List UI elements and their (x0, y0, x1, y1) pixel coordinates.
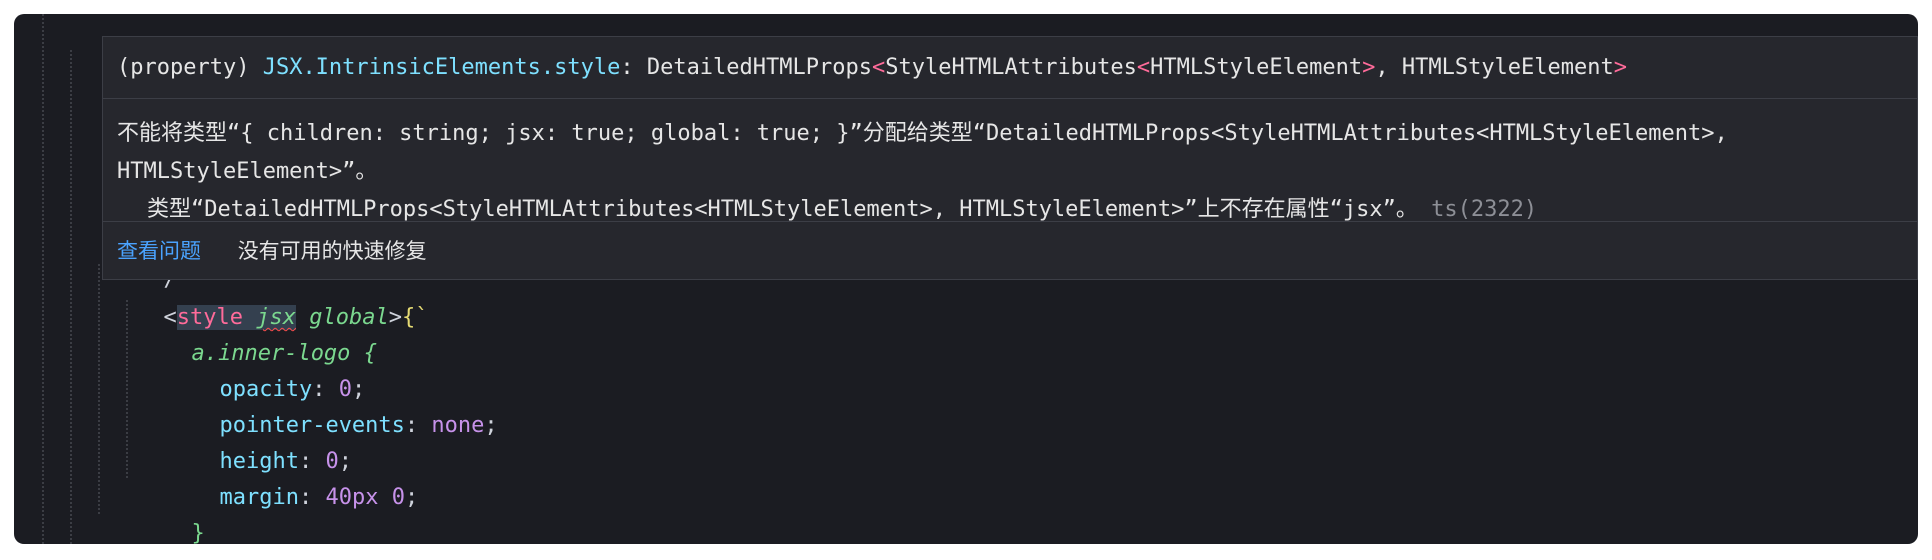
code-token: { (363, 341, 377, 366)
code-line-prop: margin: 40px 0; (140, 444, 418, 510)
error-line-2: HTMLStyleElement>”。 (117, 159, 378, 184)
indent-guide (70, 50, 72, 544)
indent-guide (42, 14, 44, 544)
code-line-prop: pointer-events: none; (140, 372, 497, 438)
code-token: ; (484, 413, 498, 438)
code-token: ; (404, 485, 419, 510)
hover-actions: 查看问题 没有可用的快速修复 (103, 221, 1917, 279)
code-line-style-close: `}</style> (84, 516, 296, 544)
hover-error-message: 不能将类型“{ children: string; jsx: true; glo… (117, 115, 1899, 229)
view-problem-link[interactable]: 查看问题 (117, 239, 201, 263)
sig-generic-bracket: < (872, 55, 886, 80)
code-token: {` (401, 305, 429, 330)
code-editor[interactable]: <> < < / <style jsx global>{` a.inner-lo… (14, 14, 1918, 544)
code-line-selector: a.inner-logo { (112, 300, 376, 366)
sig-colon: : (620, 55, 647, 80)
sig-type: HTMLStyleElement (1401, 55, 1614, 80)
no-quick-fix-label: 没有可用的快速修复 (237, 239, 427, 263)
sig-prefix: (property) (117, 55, 263, 80)
css-value: 40px (325, 485, 379, 510)
error-line-1: 不能将类型“{ children: string; jsx: true; glo… (117, 121, 1728, 146)
css-value: none (431, 413, 485, 438)
sig-type: DetailedHTMLProps (646, 55, 872, 80)
error-code: ts(2322) (1431, 197, 1538, 222)
hover-tooltip: (property) JSX.IntrinsicElements.style: … (102, 36, 1918, 280)
code-line-brace: } (112, 480, 204, 544)
code-token: > (388, 305, 402, 330)
css-property: margin (219, 485, 299, 510)
code-token: : (298, 485, 313, 510)
code-line-prop: opacity: 0; (140, 336, 365, 402)
editor-window: <> < < / <style jsx global>{` a.inner-lo… (14, 14, 1918, 544)
code-line-prop: height: 0; (140, 408, 351, 474)
sig-generic-bracket: > (1613, 55, 1628, 80)
css-value: 0 (391, 485, 405, 510)
error-detail: 类型“DetailedHTMLProps<StyleHTMLAttributes… (147, 197, 1418, 222)
sig-type: HTMLStyleElement (1150, 55, 1363, 80)
sig-generic-bracket: > (1362, 55, 1376, 80)
sig-type: StyleHTMLAttributes (885, 55, 1137, 80)
sig-namespace: JSX.IntrinsicElements.style (262, 55, 621, 80)
sig-generic-bracket: < (1136, 55, 1151, 80)
hover-signature: (property) JSX.IntrinsicElements.style: … (103, 37, 1917, 99)
sig-comma: , (1375, 55, 1402, 80)
code-token: : (404, 413, 419, 438)
